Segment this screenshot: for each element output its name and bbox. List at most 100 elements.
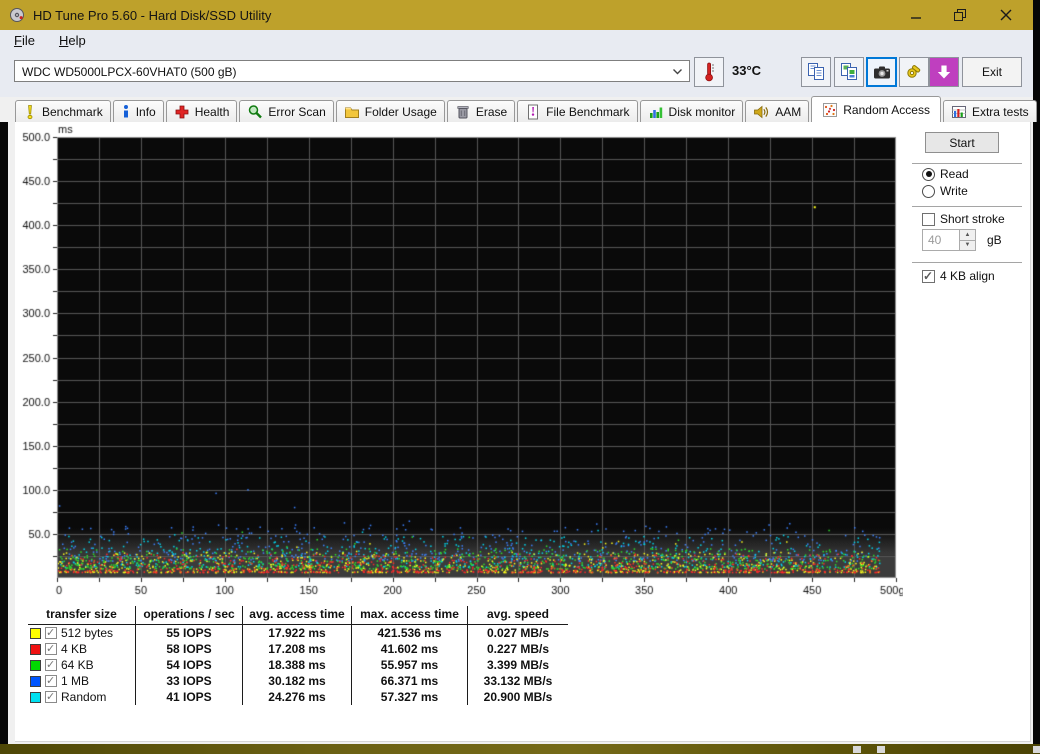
tab-file-benchmark[interactable]: File Benchmark <box>517 100 638 122</box>
restore-button[interactable] <box>938 0 983 30</box>
spin-up-icon[interactable]: ▲ <box>960 230 975 241</box>
table-cell: 33.132 MB/s <box>483 674 553 688</box>
tab-label: Health <box>194 104 230 119</box>
menu-file[interactable]: File <box>14 33 35 48</box>
tab-extra-tests[interactable]: Extra tests <box>942 100 1037 122</box>
short-stroke-row[interactable]: Short stroke <box>922 212 1005 226</box>
benchmark-icon <box>23 104 37 120</box>
transfer-size-label: 512 bytes <box>61 626 114 640</box>
column-header: avg. speed <box>468 606 568 625</box>
tab-bar: Benchmark Info Health Error Scan Folder … <box>0 96 1037 122</box>
row-checkbox[interactable] <box>45 626 57 639</box>
kb-align-checkbox[interactable] <box>922 269 935 283</box>
tab-benchmark[interactable]: Benchmark <box>15 100 111 122</box>
tab-label: Error Scan <box>268 104 326 119</box>
table-row-label: 64 KB <box>28 657 136 673</box>
copy-text-button[interactable] <box>801 57 831 87</box>
row-checkbox[interactable] <box>45 642 57 655</box>
separator <box>912 206 1022 207</box>
write-radio[interactable] <box>922 184 935 198</box>
table-cell: 58 IOPS <box>136 641 243 657</box>
row-color-swatch <box>30 659 41 671</box>
menu-bar: File Help <box>14 33 86 48</box>
table-cell: 18.388 ms <box>243 657 352 673</box>
column-header: operations / sec <box>136 606 243 625</box>
table-cell: 0.027 MB/s <box>486 626 550 640</box>
copy-text-icon <box>808 63 824 80</box>
taskbar-item <box>1033 746 1040 753</box>
start-button[interactable]: Start <box>925 132 999 153</box>
row-color-swatch <box>30 691 41 703</box>
random-access-icon <box>822 102 838 118</box>
column-header: max. access time <box>352 606 468 625</box>
column-header: avg. access time <box>243 606 352 625</box>
table-cell: 17.208 ms <box>243 641 352 657</box>
read-option-row[interactable]: Read <box>922 167 969 181</box>
row-checkbox[interactable] <box>45 674 57 687</box>
close-button[interactable] <box>983 0 1028 30</box>
temperature-button[interactable] <box>694 57 724 87</box>
tab-label: Extra tests <box>971 104 1029 119</box>
tab-aam[interactable]: AAM <box>745 100 810 122</box>
row-checkbox[interactable] <box>45 690 57 703</box>
table-row-label: 512 bytes <box>28 625 136 641</box>
minimize-button[interactable] <box>893 0 938 30</box>
column-header: transfer size <box>28 606 136 625</box>
options-button[interactable] <box>899 57 929 87</box>
table-cell: 421.536 ms <box>352 625 468 641</box>
row-checkbox[interactable] <box>45 658 57 671</box>
short-stroke-checkbox[interactable] <box>922 212 935 226</box>
drive-selector[interactable]: WDC WD5000LPCX-60VHAT0 (500 gB) <box>14 60 690 82</box>
table-cell: 55.957 ms <box>352 657 468 673</box>
tab-label: Disk monitor <box>668 104 736 119</box>
short-stroke-label: Short stroke <box>940 212 1005 226</box>
kb-align-row[interactable]: 4 KB align <box>922 269 995 283</box>
read-label: Read <box>940 167 969 181</box>
desktop-edge-left <box>0 122 8 744</box>
short-stroke-unit: gB <box>987 233 1002 247</box>
row-color-swatch <box>30 643 41 655</box>
tab-error-scan[interactable]: Error Scan <box>239 100 334 122</box>
spin-down-icon[interactable]: ▼ <box>960 240 975 250</box>
copy-image-button[interactable] <box>834 57 864 87</box>
short-stroke-value: 40 <box>928 233 942 247</box>
save-results-button[interactable] <box>929 57 959 87</box>
drive-selector-value: WDC WD5000LPCX-60VHAT0 (500 gB) <box>22 65 237 79</box>
write-option-row[interactable]: Write <box>922 184 968 198</box>
exit-button[interactable]: Exit <box>962 57 1022 87</box>
transfer-size-label: 1 MB <box>61 674 90 688</box>
restore-icon <box>954 9 966 21</box>
menu-help[interactable]: Help <box>59 33 86 48</box>
disk-monitor-icon <box>648 104 664 120</box>
health-icon <box>174 104 190 120</box>
table-row-label: 4 KB <box>28 641 136 657</box>
erase-icon <box>455 104 471 120</box>
tab-label: Folder Usage <box>364 104 437 119</box>
table-cell: 55 IOPS <box>136 625 243 641</box>
table-row-label: 1 MB <box>28 673 136 689</box>
row-color-swatch <box>30 627 41 639</box>
chrome-area: File Help WDC WD5000LPCX-60VHAT0 (500 gB… <box>0 30 1033 98</box>
window-title: HD Tune Pro 5.60 - Hard Disk/SSD Utility <box>33 7 272 23</box>
tab-disk-monitor[interactable]: Disk monitor <box>639 100 744 122</box>
tab-health[interactable]: Health <box>165 100 238 122</box>
app-disk-icon <box>9 7 25 23</box>
table-cell: 66.371 ms <box>352 673 468 689</box>
extra-tests-icon <box>951 104 967 120</box>
tab-folder-usage[interactable]: Folder Usage <box>335 100 445 122</box>
options-icon <box>907 65 921 78</box>
tab-info[interactable]: Info <box>112 100 164 122</box>
table-cell: 57.327 ms <box>352 689 468 705</box>
table-cell: 20.900 MB/s <box>483 690 553 704</box>
table-cell: 3.399 MB/s <box>486 658 550 672</box>
read-radio[interactable] <box>922 167 935 181</box>
table-cell: 24.276 ms <box>243 689 352 705</box>
transfer-size-label: 64 KB <box>61 658 94 672</box>
short-stroke-spinner[interactable]: 40 ▲ ▼ <box>922 229 976 251</box>
error-scan-icon <box>247 104 263 120</box>
tab-erase[interactable]: Erase <box>446 100 516 122</box>
tab-random-access[interactable]: Random Access <box>811 96 941 122</box>
table-cell: 41.602 ms <box>352 641 468 657</box>
table-cell: 54 IOPS <box>136 657 243 673</box>
screenshot-camera-button[interactable] <box>866 57 897 87</box>
